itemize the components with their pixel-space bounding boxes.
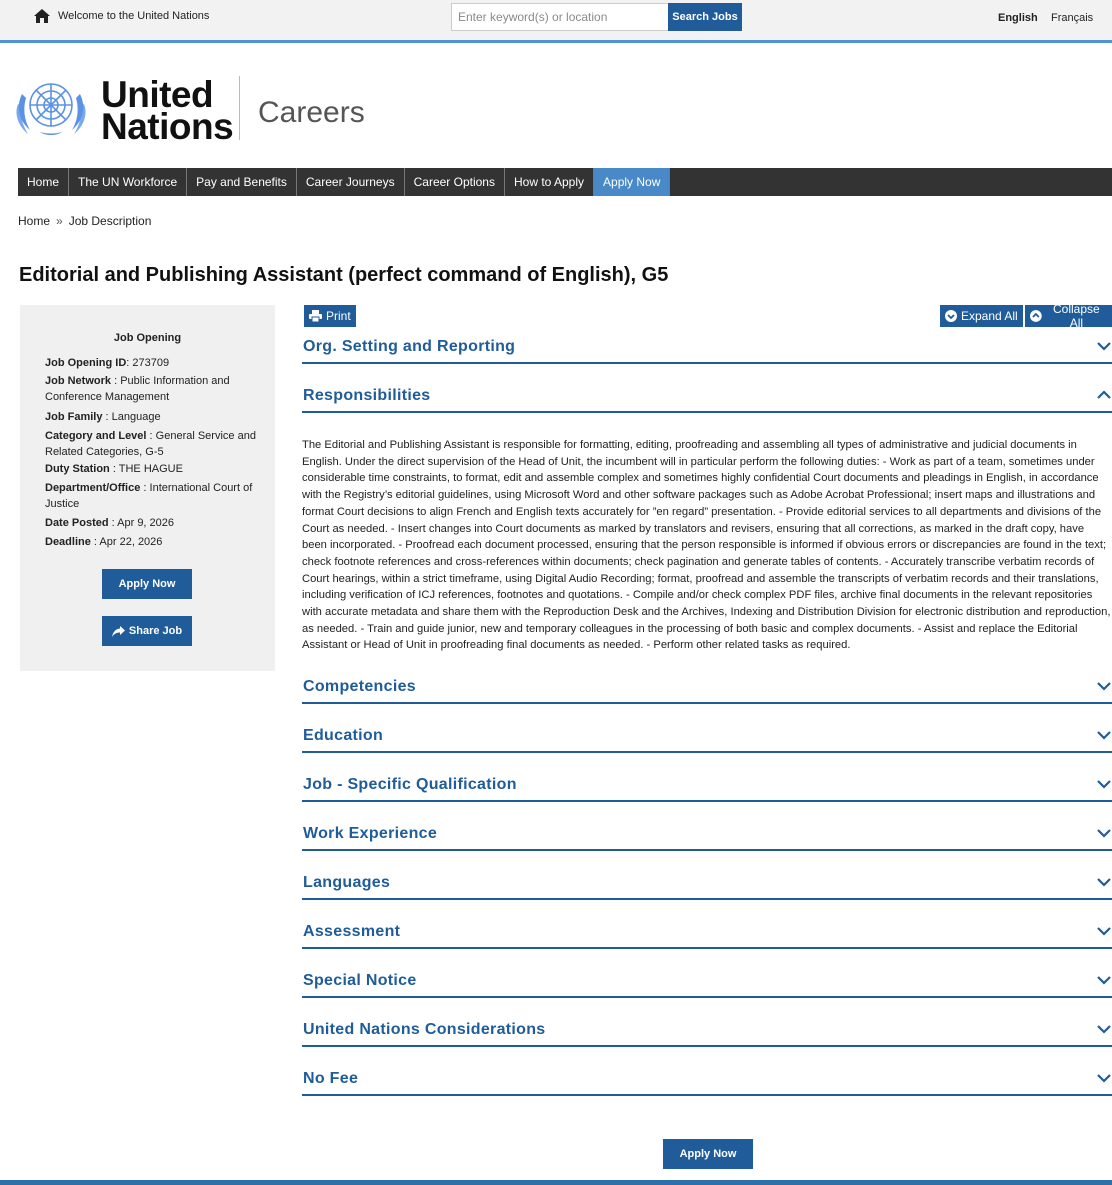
top-divider <box>0 40 1112 43</box>
collapse-all-button[interactable]: Collapse All <box>1025 302 1112 330</box>
section-title: Competencies <box>303 678 416 695</box>
section-title: Education <box>303 727 384 744</box>
job-network: Job Network : Public Information and Con… <box>45 375 230 403</box>
chevron-down-icon <box>1097 731 1111 740</box>
chevron-down-icon <box>1097 1074 1111 1083</box>
un-emblem-icon[interactable] <box>12 74 90 140</box>
footer-divider <box>0 1180 1112 1185</box>
nav-pay-and-benefits[interactable]: Pay and Benefits <box>187 168 297 196</box>
department-office: Department/Office : International Court … <box>45 482 253 510</box>
nav-un-workforce[interactable]: The UN Workforce <box>69 168 188 196</box>
language-english-link[interactable]: English <box>998 12 1038 24</box>
job-opening-id: Job Opening ID: 273709 <box>45 357 170 369</box>
chevron-down-icon <box>1097 1025 1111 1034</box>
nav-career-options[interactable]: Career Options <box>405 168 505 196</box>
section-title: Work Experience <box>303 825 438 842</box>
section-job-specific-qualification[interactable]: Job - Specific Qualification <box>302 776 1112 802</box>
field-value: Apr 22, 2026 <box>99 536 163 548</box>
field-label: Job Family <box>45 411 103 423</box>
main-nav: Home The UN Workforce Pay and Benefits C… <box>18 168 1112 196</box>
breadcrumb: Home » Job Description <box>18 214 151 228</box>
chevron-down-icon <box>1097 342 1111 351</box>
header-divider <box>239 76 240 140</box>
nav-home[interactable]: Home <box>18 168 70 196</box>
breadcrumb-separator: » <box>56 214 63 228</box>
responsibilities-content: The Editorial and Publishing Assistant i… <box>302 439 1111 652</box>
bottom-apply-now-button[interactable]: Apply Now <box>663 1139 753 1169</box>
section-title: Special Notice <box>303 972 417 989</box>
field-label: Department/Office <box>45 482 141 494</box>
job-opening-card: Job Opening Job Opening ID: 273709 Job N… <box>20 305 275 671</box>
section-no-fee[interactable]: No Fee <box>302 1070 1112 1096</box>
job-card-title: Job Opening <box>113 332 182 344</box>
welcome-link[interactable]: Welcome to the United Nations <box>34 9 209 23</box>
share-icon <box>111 625 125 637</box>
section-title: Responsibilities <box>303 387 431 404</box>
field-value: THE HAGUE <box>118 463 183 475</box>
duty-station: Duty Station : THE HAGUE <box>45 463 183 475</box>
section-education[interactable]: Education <box>302 727 1112 753</box>
section-un-considerations[interactable]: United Nations Considerations <box>302 1021 1112 1047</box>
job-family: Job Family : Language <box>45 411 161 423</box>
nav-career-journeys[interactable]: Career Journeys <box>297 168 405 196</box>
welcome-text: Welcome to the United Nations <box>58 10 210 22</box>
section-org-setting[interactable]: Org. Setting and Reporting <box>302 338 1112 364</box>
chevron-down-icon <box>1097 976 1111 985</box>
chevron-up-icon <box>1097 390 1111 399</box>
expand-all-button[interactable]: Expand All <box>940 305 1023 327</box>
print-label: Print <box>326 309 351 323</box>
section-title: Assessment <box>303 923 401 940</box>
section-title: Languages <box>303 874 391 891</box>
field-value: 273709 <box>132 357 170 369</box>
share-job-button[interactable]: Share Job <box>102 616 192 646</box>
category-and-level: Category and Level : General Service and… <box>45 430 256 458</box>
collapse-circle-icon <box>1030 310 1042 322</box>
field-label: Date Posted <box>45 517 109 529</box>
field-label: Job Opening ID <box>45 357 127 369</box>
section-title: No Fee <box>303 1070 359 1087</box>
section-competencies[interactable]: Competencies <box>302 678 1112 704</box>
home-icon <box>34 9 50 23</box>
section-assessment[interactable]: Assessment <box>302 923 1112 949</box>
field-label: Job Network <box>45 375 112 387</box>
section-title: Org. Setting and Reporting <box>303 338 516 355</box>
field-label: Duty Station <box>45 463 110 475</box>
print-button[interactable]: Print <box>304 305 356 327</box>
section-responsibilities[interactable]: Responsibilities <box>302 387 1112 413</box>
careers-title[interactable]: Careers <box>258 96 365 130</box>
page-title: Editorial and Publishing Assistant (perf… <box>19 264 669 286</box>
chevron-down-icon <box>1097 927 1111 936</box>
section-languages[interactable]: Languages <box>302 874 1112 900</box>
apply-now-button[interactable]: Apply Now <box>102 569 192 599</box>
chevron-down-icon <box>1097 682 1111 691</box>
section-special-notice[interactable]: Special Notice <box>302 972 1112 998</box>
chevron-down-icon <box>1097 878 1111 887</box>
chevron-down-icon <box>1097 829 1111 838</box>
expand-circle-icon <box>945 310 957 322</box>
nav-how-to-apply[interactable]: How to Apply <box>505 168 595 196</box>
expand-all-label: Expand All <box>961 309 1018 323</box>
breadcrumb-home[interactable]: Home <box>18 214 50 228</box>
nav-apply-now[interactable]: Apply Now <box>594 168 671 196</box>
date-posted: Date Posted : Apr 9, 2026 <box>45 517 175 529</box>
breadcrumb-current: Job Description <box>68 214 152 228</box>
field-label: Deadline <box>45 536 91 548</box>
share-job-label: Share Job <box>128 625 183 637</box>
field-value: Language <box>111 411 161 423</box>
search-jobs-button[interactable]: Search Jobs <box>668 3 742 31</box>
collapse-all-label: Collapse All <box>1053 302 1100 330</box>
field-value: Apr 9, 2026 <box>117 517 175 529</box>
print-icon <box>309 310 322 322</box>
deadline: Deadline : Apr 22, 2026 <box>45 536 163 548</box>
search-input[interactable] <box>451 3 669 31</box>
top-bar: Welcome to the United Nations Search Job… <box>0 0 1112 40</box>
brand-nations: Nations <box>101 106 234 147</box>
chevron-down-icon <box>1097 780 1111 789</box>
section-title: Job - Specific Qualification <box>303 776 517 793</box>
language-french-link[interactable]: Français <box>1051 12 1093 24</box>
section-title: United Nations Considerations <box>303 1021 546 1038</box>
field-label: Category and Level <box>45 430 147 442</box>
section-work-experience[interactable]: Work Experience <box>302 825 1112 851</box>
